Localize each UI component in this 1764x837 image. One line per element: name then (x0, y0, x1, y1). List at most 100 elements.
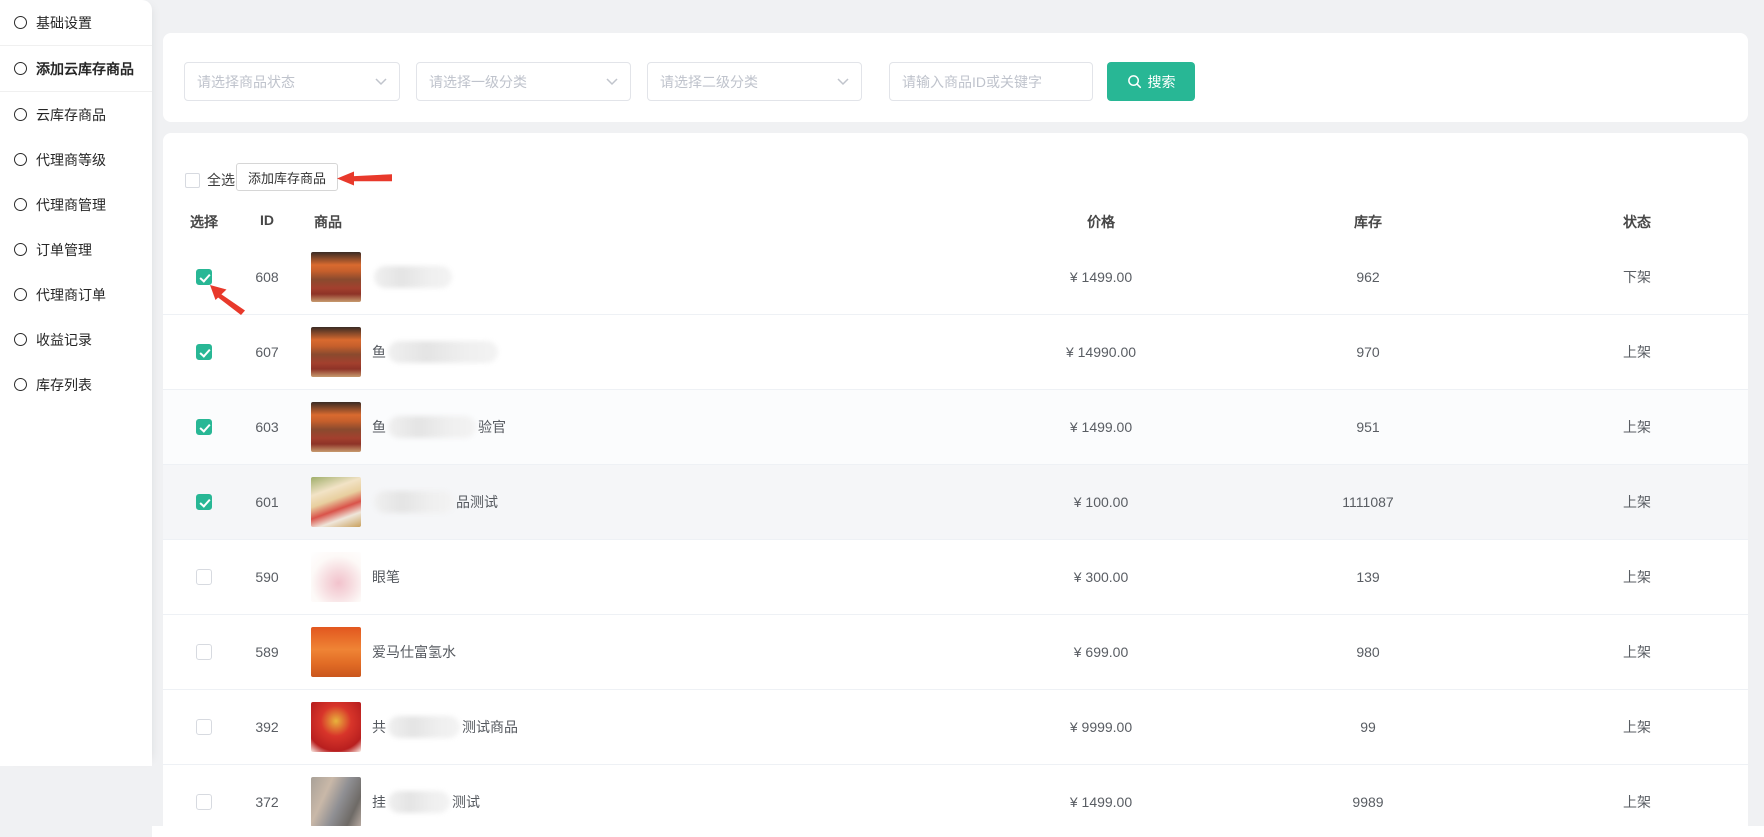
product-status: 下架 (1623, 267, 1651, 287)
sidebar-item-4[interactable]: 代理商管理 (0, 182, 152, 227)
product-name-visible-suffix: 品测试 (456, 492, 498, 512)
bottom-strip (152, 826, 1764, 837)
category2-placeholder: 请选择二级分类 (660, 72, 758, 92)
sidebar-item-8[interactable]: 库存列表 (0, 362, 152, 407)
product-status: 上架 (1623, 567, 1651, 587)
sidebar-item-3[interactable]: 代理商等级 (0, 137, 152, 182)
product-image (311, 627, 361, 677)
row-checkbox[interactable] (196, 419, 212, 435)
col-header-stock: 库存 (1354, 212, 1382, 232)
product-image (311, 402, 361, 452)
row-checkbox[interactable] (196, 494, 212, 510)
product-stock: 139 (1356, 569, 1379, 585)
product-id: 392 (255, 719, 278, 735)
col-header-product: 商品 (314, 212, 342, 232)
row-checkbox[interactable] (196, 794, 212, 810)
sidebar-item-6[interactable]: 代理商订单 (0, 272, 152, 317)
product-price: ¥ 1499.00 (1070, 794, 1132, 810)
product-name-visible-suffix: 测试商品 (462, 717, 518, 737)
chevron-down-icon (375, 78, 387, 86)
search-button-label: 搜索 (1148, 72, 1176, 92)
product-name: 鱼 验官 (372, 416, 506, 438)
product-image (311, 252, 361, 302)
row-checkbox[interactable] (196, 569, 212, 585)
row-checkbox[interactable] (196, 269, 212, 285)
product-price: ¥ 300.00 (1074, 569, 1129, 585)
product-stock: 962 (1356, 269, 1379, 285)
sidebar-item-label: 代理商订单 (36, 285, 106, 305)
sidebar-item-label: 订单管理 (36, 240, 92, 260)
row-checkbox[interactable] (196, 344, 212, 360)
product-price: ¥ 9999.00 (1070, 719, 1132, 735)
product-price: ¥ 699.00 (1074, 644, 1129, 660)
sidebar-item-2[interactable]: 云库存商品 (0, 92, 152, 137)
circle-icon (14, 333, 27, 346)
sidebar-item-1[interactable]: 添加云库存商品 (0, 46, 152, 92)
product-image (311, 477, 361, 527)
table-row: 392 共 测试商品 ¥ 9999.00 99 上架 (163, 690, 1748, 765)
select-all-checkbox[interactable] (185, 173, 200, 188)
add-stock-product-button[interactable]: 添加库存商品 (236, 163, 338, 191)
table-row: 589 爱马仕富氢水 ¥ 699.00 980 上架 (163, 615, 1748, 690)
product-name-visible-prefix: 挂 (372, 792, 386, 812)
category2-select[interactable]: 请选择二级分类 (647, 62, 862, 101)
product-id: 372 (255, 794, 278, 810)
row-checkbox[interactable] (196, 719, 212, 735)
product-status: 上架 (1623, 717, 1651, 737)
product-image (311, 552, 361, 602)
product-name-visible-prefix: 爱马仕富氢水 (372, 642, 456, 662)
circle-icon (14, 378, 27, 391)
circle-icon (14, 62, 27, 75)
sidebar-item-label: 库存列表 (36, 375, 92, 395)
circle-icon (14, 108, 27, 121)
search-button[interactable]: 搜索 (1107, 62, 1195, 101)
product-id: 608 (255, 269, 278, 285)
redacted-text-blur (374, 266, 452, 288)
product-name: 鱼 (372, 341, 500, 363)
product-name-visible-suffix: 验官 (478, 417, 506, 437)
product-status: 上架 (1623, 492, 1651, 512)
product-price: ¥ 100.00 (1074, 494, 1129, 510)
red-arrow-annotation (336, 170, 394, 187)
sidebar-item-label: 添加云库存商品 (36, 59, 134, 79)
sidebar-item-7[interactable]: 收益记录 (0, 317, 152, 362)
keyword-placeholder: 请输入商品ID或关键字 (902, 72, 1042, 92)
product-price: ¥ 1499.00 (1070, 419, 1132, 435)
product-price: ¥ 14990.00 (1066, 344, 1136, 360)
sidebar-item-label: 云库存商品 (36, 105, 106, 125)
sidebar-item-label: 基础设置 (36, 13, 92, 33)
sidebar-item-label: 代理商等级 (36, 150, 106, 170)
sidebar-item-label: 收益记录 (36, 330, 92, 350)
product-image (311, 702, 361, 752)
product-id: 590 (255, 569, 278, 585)
circle-icon (14, 16, 27, 29)
table-row: 603 鱼 验官 ¥ 1499.00 951 上架 (163, 390, 1748, 465)
product-stock: 980 (1356, 644, 1379, 660)
keyword-input[interactable]: 请输入商品ID或关键字 (889, 62, 1093, 101)
category1-select[interactable]: 请选择一级分类 (416, 62, 631, 101)
sidebar-item-0[interactable]: 基础设置 (0, 0, 152, 46)
sidebar-item-label: 代理商管理 (36, 195, 106, 215)
table-row: 608 ¥ 1499.00 962 下架 (163, 240, 1748, 315)
product-table-card: 全选 添加库存商品 选择 ID 商品 价格 库存 状态 608 ¥ 1499.0… (163, 133, 1748, 837)
search-icon (1127, 74, 1142, 89)
product-stock: 1111087 (1342, 494, 1393, 510)
table-row: 601 品测试 ¥ 100.00 1111087 上架 (163, 465, 1748, 540)
product-status-select[interactable]: 请选择商品状态 (184, 62, 400, 101)
product-image (311, 777, 361, 827)
chevron-down-icon (606, 78, 618, 86)
product-name-visible-prefix: 鱼 (372, 417, 386, 437)
chevron-down-icon (837, 78, 849, 86)
product-name: 共 测试商品 (372, 716, 518, 738)
product-name: 挂 测试 (372, 791, 480, 813)
row-checkbox[interactable] (196, 644, 212, 660)
product-name: 爱马仕富氢水 (372, 642, 456, 662)
product-status: 上架 (1623, 642, 1651, 662)
filter-card: 请选择商品状态 请选择一级分类 请选择二级分类 请输入商品ID或关键字 搜索 (163, 33, 1748, 122)
col-header-select: 选择 (190, 212, 218, 232)
product-name-visible-suffix: 测试 (452, 792, 480, 812)
select-all-label: 全选 (207, 170, 235, 190)
product-status: 上架 (1623, 342, 1651, 362)
product-name-visible-prefix: 鱼 (372, 342, 386, 362)
sidebar-item-5[interactable]: 订单管理 (0, 227, 152, 272)
